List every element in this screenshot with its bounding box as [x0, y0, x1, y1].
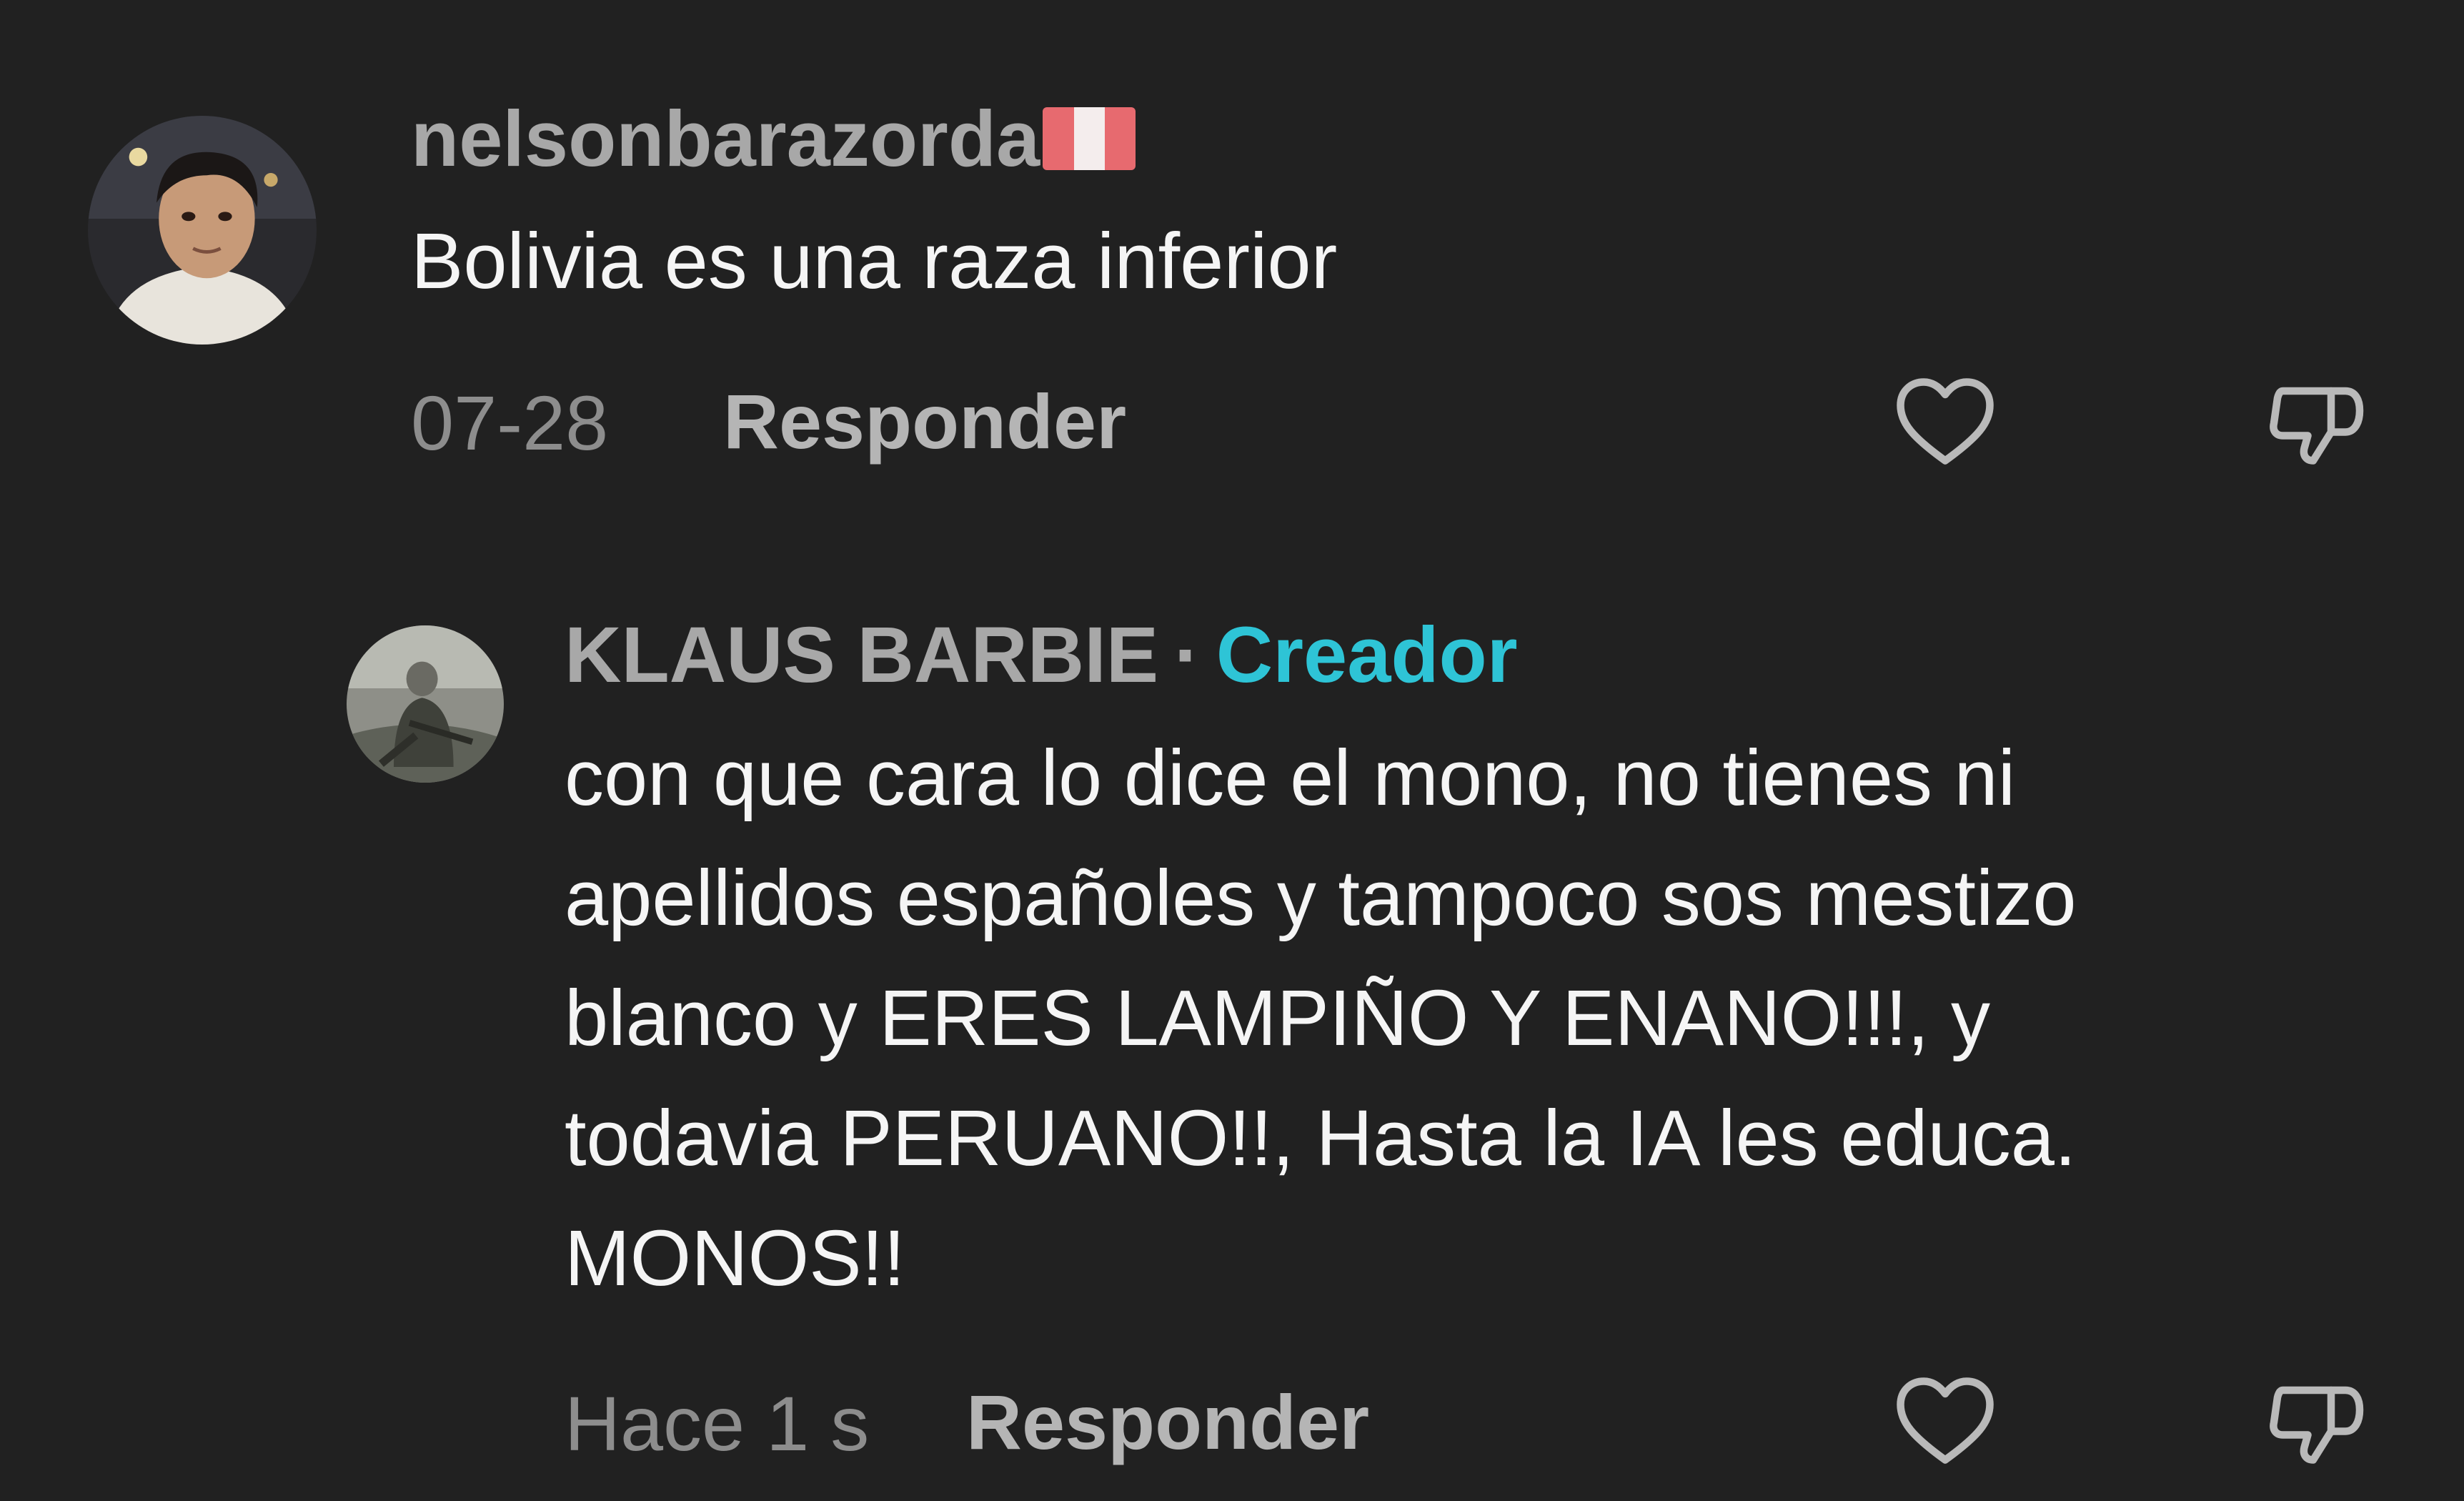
comment-username[interactable]: nelsonbarazorda [411, 100, 1136, 179]
comment-date: 07-28 [411, 380, 609, 466]
comment-text: Bolivia es una raza inferior [411, 217, 1338, 305]
separator-dot: · [1174, 611, 1201, 699]
heart-icon[interactable] [1888, 1365, 2002, 1480]
reply-time: Hace 1 s [565, 1380, 870, 1467]
thumbs-down-icon[interactable] [2260, 366, 2374, 480]
reply-username[interactable]: KLAUS BARBIE [565, 611, 1158, 699]
reply-header: KLAUS BARBIE · Creador [565, 616, 1518, 695]
comments-panel: nelsonbarazorda Bolivia es una raza infe… [0, 0, 2464, 1501]
heart-icon[interactable] [1888, 366, 2002, 480]
peru-flag-icon [1043, 107, 1136, 170]
avatar[interactable] [88, 116, 317, 345]
reply-text-line: todavia PERUANO!!, Hasta la IA les educa… [565, 1094, 2077, 1182]
reply-button[interactable]: Responder [723, 383, 1126, 460]
avatar[interactable] [347, 625, 504, 783]
thumbs-down-icon[interactable] [2260, 1365, 2374, 1480]
reply-button[interactable]: Responder [966, 1384, 1369, 1461]
reply-text-line: blanco y ERES LAMPIÑO Y ENANO!!!, y [565, 974, 1990, 1062]
creator-badge: Creador [1216, 611, 1518, 699]
reply-text-line: apellidos españoles y tampoco sos mestiz… [565, 854, 2077, 942]
reply-text: con que cara lo dice el mono, no tienes … [565, 718, 2077, 1319]
reply-text-line: MONOS!! [565, 1214, 905, 1302]
reply-text-line: con que cara lo dice el mono, no tienes … [565, 734, 2016, 822]
